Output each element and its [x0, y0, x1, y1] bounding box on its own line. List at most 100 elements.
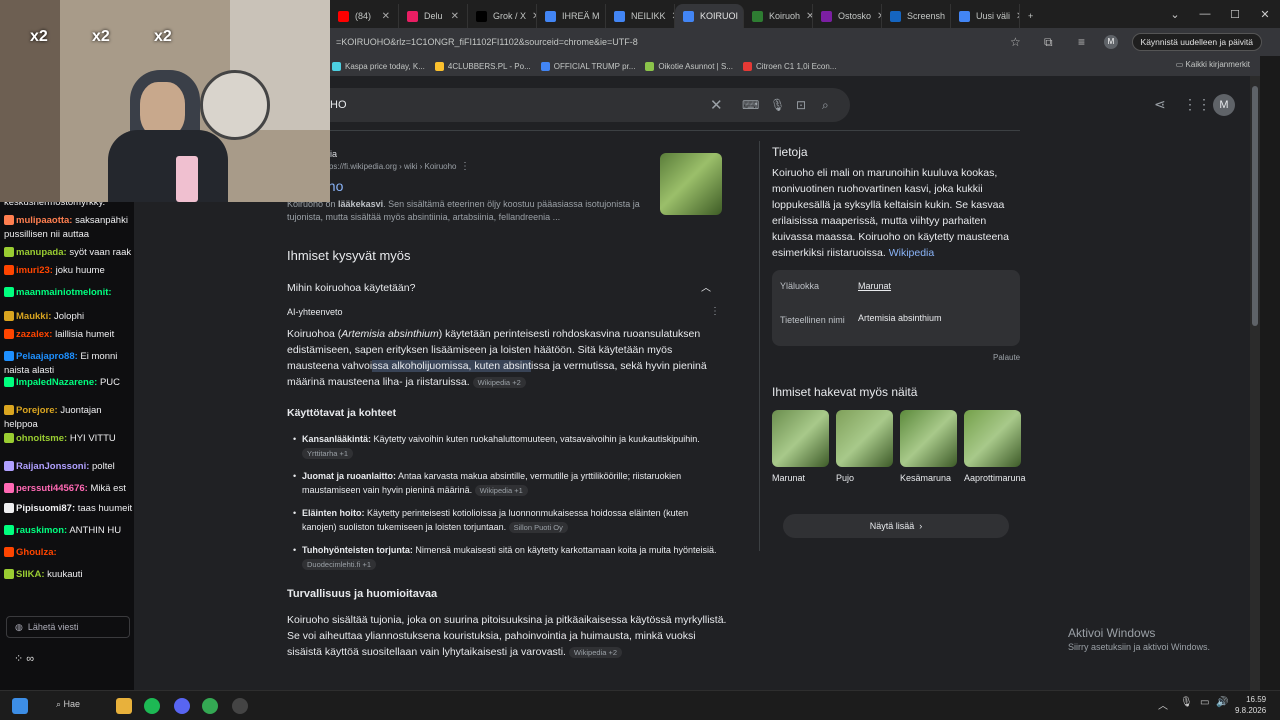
- browser-tab[interactable]: IHREÄ M✕: [537, 4, 606, 28]
- speaker-icon[interactable]: 🔊: [1216, 697, 1228, 708]
- bookmark-item[interactable]: Kaspa price today, K...: [332, 61, 425, 71]
- browser-tab[interactable]: (84) ✕: [330, 4, 399, 28]
- tab-label: Uusi väli: [976, 11, 1011, 21]
- multiplier-label: x2: [30, 28, 48, 45]
- search-query[interactable]: HO: [330, 99, 347, 111]
- spotify-icon[interactable]: [144, 698, 160, 714]
- new-tab-button[interactable]: +: [1020, 4, 1041, 28]
- feedback-link[interactable]: Palaute: [993, 353, 1020, 362]
- close-window-icon[interactable]: ✕: [1250, 8, 1280, 21]
- chat-message: Maukki: Jolophi: [4, 310, 84, 324]
- clock[interactable]: 16.59 9.8.2026: [1235, 694, 1266, 716]
- media-icon[interactable]: ≡: [1078, 35, 1085, 49]
- related-plant[interactable]: Aaprottimaruna: [964, 410, 1026, 484]
- multiplier-label: x2: [154, 28, 172, 45]
- plant-image[interactable]: [964, 410, 1021, 467]
- clear-icon[interactable]: ✕: [710, 96, 723, 114]
- related-plant[interactable]: Pujo: [836, 410, 893, 484]
- source-chip[interactable]: Wikipedia +2: [472, 376, 526, 388]
- windows-taskbar: ⌕ Hae ︿ 🎙 ▭ 🔊 16.59 9.8.2026: [0, 690, 1280, 720]
- chevron-up-icon[interactable]: ︿: [701, 279, 711, 294]
- restart-update-button[interactable]: Käynnistä uudelleen ja päivitä: [1131, 33, 1262, 51]
- start-icon[interactable]: [12, 698, 28, 714]
- tray-chevron-icon[interactable]: ︿: [1158, 697, 1168, 712]
- share-icon[interactable]: ⋖: [1154, 96, 1166, 113]
- chrome-icon[interactable]: [202, 698, 218, 714]
- explorer-icon[interactable]: [116, 698, 132, 714]
- tab-close-icon[interactable]: ✕: [451, 11, 459, 22]
- result-thumbnail[interactable]: [660, 153, 722, 215]
- tab-search-icon[interactable]: ⌄: [1160, 8, 1190, 21]
- profile-avatar[interactable]: M: [1104, 35, 1118, 49]
- tab-favicon-icon: [407, 10, 418, 22]
- browser-tab[interactable]: Delu ✕: [399, 4, 468, 28]
- source-chip[interactable]: Wikipedia +1: [474, 485, 528, 497]
- chat-badge-icon: [4, 547, 14, 558]
- url-field[interactable]: =KOIRUOHO&rlz=1C1ONGR_fiFI1102FI1102&sou…: [336, 37, 638, 47]
- source-chip[interactable]: Yrttitarha +1: [302, 448, 354, 460]
- taskbar-search[interactable]: ⌕ Hae: [56, 699, 80, 710]
- browser-tab[interactable]: Ostosko✕: [813, 4, 882, 28]
- extensions-icon[interactable]: ⧉: [1044, 35, 1053, 50]
- tab-close-icon[interactable]: ✕: [382, 11, 390, 22]
- bookmark-item[interactable]: OFFICIAL TRUMP pr...: [540, 61, 635, 71]
- scrollbar[interactable]: [1250, 76, 1260, 690]
- related-plant[interactable]: Kesämaruna: [900, 410, 957, 484]
- more-options-icon[interactable]: ⋮: [460, 161, 470, 172]
- account-avatar[interactable]: M: [1213, 94, 1235, 116]
- chat-message: ohnoitsme: HYI VITTU: [4, 432, 116, 446]
- browser-tab[interactable]: KOIRUOI✕: [675, 4, 744, 28]
- microphone-icon[interactable]: 🎙: [770, 98, 785, 112]
- tab-label: NEILIKK: [631, 11, 666, 21]
- tab-close-icon[interactable]: ✕: [806, 11, 812, 22]
- star-icon[interactable]: ☆: [1010, 35, 1021, 49]
- maximize-icon[interactable]: ☐: [1220, 8, 1250, 21]
- plant-image[interactable]: [836, 410, 893, 467]
- tab-favicon-icon: [614, 10, 625, 22]
- bookmark-item[interactable]: Oikotie Asunnot | S...: [645, 61, 733, 71]
- obs-icon[interactable]: [232, 698, 248, 714]
- plant-image[interactable]: [900, 410, 957, 467]
- bookmark-item[interactable]: Citroen C1 1,0i Econ...: [742, 61, 836, 71]
- chat-badge-icon: [4, 483, 14, 494]
- browser-tab[interactable]: Screensh✕: [882, 4, 951, 28]
- source-chip[interactable]: Duodecimlehti.fi +1: [302, 559, 376, 571]
- search-box[interactable]: HO ✕ ⌨ 🎙 ⊡ ⌕: [310, 88, 850, 122]
- discord-icon[interactable]: [174, 698, 190, 714]
- all-bookmarks[interactable]: ▭ Kaikki kirjanmerkit: [1176, 60, 1250, 69]
- bookmark-item[interactable]: 4CLUBBERS.PL - Po...: [434, 61, 531, 71]
- source-chip[interactable]: Sillon Puoti Oy: [508, 522, 568, 534]
- result-breadcrumb[interactable]: https://fi.wikipedia.org › wiki › Koiruo…: [320, 162, 457, 171]
- browser-tab[interactable]: Uusi väli✕: [951, 4, 1020, 28]
- tab-label: KOIRUOI: [700, 11, 739, 21]
- chat-settings-icon[interactable]: ⁘ ∞: [14, 652, 34, 665]
- paa-heading: Ihmiset kysyvät myös: [287, 248, 411, 263]
- keyboard-icon[interactable]: ⌨: [742, 98, 759, 112]
- browser-tab[interactable]: NEILIKK✕: [606, 4, 675, 28]
- chat-badge-icon: [4, 461, 14, 472]
- kp-row-value: Artemisia absinthium: [858, 313, 942, 323]
- kp-description: Koiruoho eli mali on marunoihin kuuluva …: [772, 167, 1009, 259]
- chat-badge-icon: [4, 287, 14, 298]
- browser-tab[interactable]: Grok / X✕: [468, 4, 537, 28]
- bookmarks-bar: Kaspa price today, K... 4CLUBBERS.PL - Po…: [330, 56, 1280, 76]
- chat-input[interactable]: ◍ Lähetä viesti: [6, 616, 130, 638]
- kp-wiki-link[interactable]: Wikipedia: [889, 247, 935, 259]
- search-icon[interactable]: ⌕: [822, 98, 829, 113]
- minimize-icon[interactable]: —: [1190, 8, 1220, 20]
- ai-more-icon[interactable]: ⋮: [710, 306, 720, 317]
- paa-question[interactable]: Mihin koiruohoa käytetään?: [287, 282, 415, 294]
- lens-icon[interactable]: ⊡: [796, 98, 806, 112]
- plant-image[interactable]: [772, 410, 829, 467]
- kp-row-value[interactable]: Marunat: [858, 281, 891, 291]
- apps-grid-icon[interactable]: ⋮⋮: [1183, 96, 1211, 113]
- browser-tab[interactable]: Koiruoh ✕: [744, 4, 813, 28]
- show-more-button[interactable]: Näytä lisää ›: [783, 514, 1009, 538]
- mic-icon[interactable]: 🎙: [1180, 697, 1193, 708]
- related-plant[interactable]: Marunat: [772, 410, 829, 484]
- source-chip[interactable]: Wikipedia +2: [568, 646, 623, 658]
- tab-favicon-icon: [959, 10, 970, 22]
- display-icon[interactable]: ▭: [1200, 697, 1209, 708]
- kp-row-label: Tieteellinen nimi: [780, 315, 845, 325]
- tab-favicon-icon: [752, 10, 763, 22]
